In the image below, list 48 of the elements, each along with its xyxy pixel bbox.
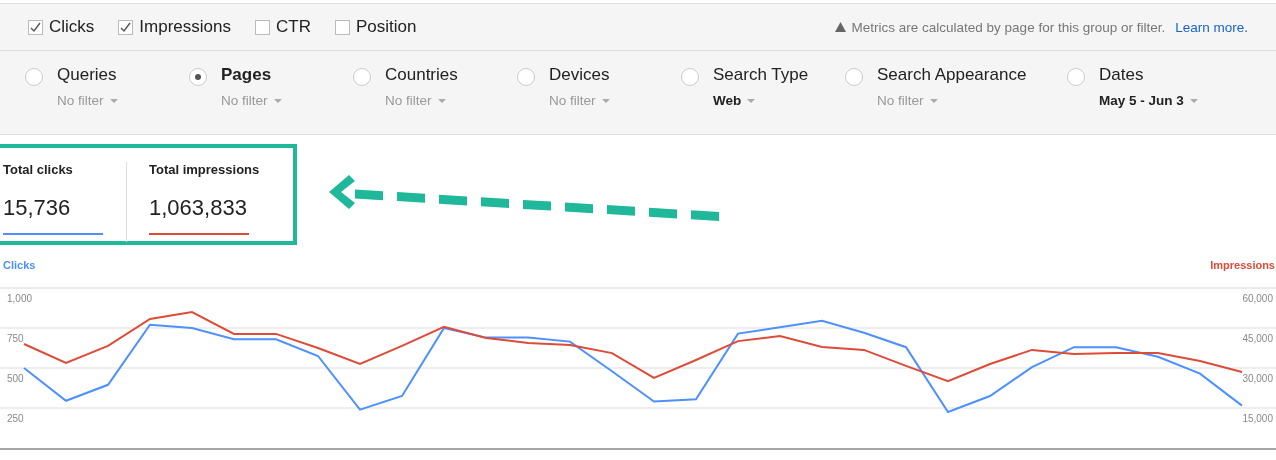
filter-dropdown[interactable]: No filter — [385, 93, 458, 108]
group-label: Countries — [385, 65, 458, 85]
filter-dropdown[interactable]: No filter — [221, 93, 282, 108]
axis-tick-label: 45,000 — [1242, 333, 1273, 344]
total-value: 1,063,833 — [149, 195, 248, 221]
warning-icon — [834, 22, 846, 32]
checkbox[interactable] — [255, 19, 270, 35]
radio-button[interactable] — [353, 68, 371, 86]
filter-dropdown[interactable]: Web — [713, 93, 809, 108]
filter-dropdown[interactable]: No filter — [57, 93, 118, 108]
axis-title: Clicks — [3, 259, 36, 271]
axis-tick-label: 60,000 — [1242, 293, 1273, 304]
radio-button[interactable] — [845, 68, 863, 86]
total-value: 15,736 — [3, 195, 72, 221]
axis-tick-label: 500 — [7, 373, 24, 384]
radio-button[interactable] — [189, 68, 207, 86]
check-icon — [30, 21, 41, 33]
group-label: Dates — [1099, 65, 1145, 85]
axis-tick-label: 1,000 — [7, 293, 33, 304]
axis-tick-label: 30,000 — [1242, 373, 1273, 384]
metric-label: Impressions — [139, 17, 231, 37]
total-label: Total clicks — [3, 162, 74, 177]
group-label: Pages — [221, 65, 273, 85]
filter-dropdown[interactable]: May 5 - Jun 3 — [1099, 93, 1198, 108]
filter-dropdown[interactable]: No filter — [877, 93, 1027, 108]
group-label: Queries — [57, 65, 118, 85]
group-label: Search Type — [713, 65, 809, 85]
radio-button[interactable] — [681, 68, 699, 86]
metric-label: Position — [355, 17, 417, 37]
radio-button[interactable] — [1067, 68, 1085, 86]
metric-label: CTR — [276, 17, 311, 37]
check-icon — [120, 21, 132, 33]
axis-tick-label: 15,000 — [1242, 413, 1273, 424]
total-label: Total impressions — [149, 162, 261, 177]
axis-tick-label: 750 — [7, 333, 24, 344]
axis-tick-label: 250 — [7, 413, 24, 424]
radio-button[interactable] — [517, 68, 535, 86]
group-label: Search Appearance — [877, 65, 1027, 85]
checkbox[interactable] — [118, 19, 134, 35]
notice-text: Metrics are calculated by page for this group or filter. — [851, 19, 1166, 35]
radio-button[interactable] — [25, 68, 43, 86]
learn-more-link[interactable]: Learn more. — [1175, 19, 1248, 35]
checkbox[interactable] — [334, 19, 350, 35]
metric-label: Clicks — [49, 17, 95, 37]
checkbox[interactable] — [28, 19, 43, 35]
group-label: Devices — [549, 65, 610, 85]
axis-title: Impressions — [1210, 259, 1275, 271]
filter-dropdown[interactable]: No filter — [549, 93, 610, 108]
